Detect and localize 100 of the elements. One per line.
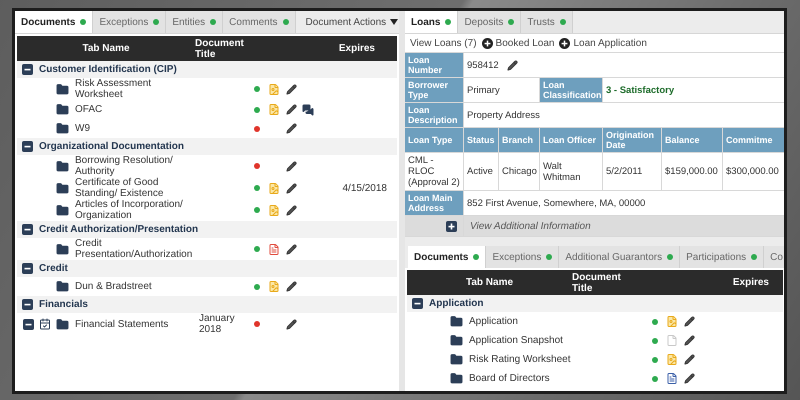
edit-button[interactable]	[684, 354, 694, 365]
column-header: Document Title	[572, 272, 622, 294]
link[interactable]: View Loans (7)	[410, 38, 477, 48]
group-row[interactable]: Financials	[17, 296, 397, 313]
field-label: Loan Main Address	[405, 191, 463, 215]
field-value: Primary	[464, 78, 539, 102]
collapse-icon[interactable]	[23, 318, 34, 330]
document-name: Risk Assessment Worksheet	[75, 78, 152, 100]
tab[interactable]: Trusts	[521, 11, 573, 33]
edit-button[interactable]	[684, 335, 694, 346]
document-name: OFAC	[75, 104, 104, 115]
edit-button[interactable]	[286, 182, 296, 194]
collapse-icon[interactable]	[22, 299, 33, 310]
column-header: Origination Date	[603, 128, 661, 152]
field-label: Borrower Type	[405, 78, 463, 102]
add-link[interactable]: Loan Application	[559, 38, 647, 48]
column-header: Document Title	[195, 38, 245, 60]
expand-icon[interactable]	[446, 220, 457, 232]
table-cell: $159,000.00	[662, 153, 722, 190]
pdf-file-icon[interactable]	[268, 242, 280, 256]
status-dot	[210, 19, 216, 25]
tab[interactable]: Participations	[680, 246, 764, 268]
folder-icon	[450, 315, 463, 328]
folder-icon	[450, 353, 463, 366]
field-value: Property Address	[464, 103, 784, 127]
collapse-icon[interactable]	[22, 141, 33, 152]
edit-button[interactable]	[286, 123, 296, 134]
column-header: Status	[464, 128, 498, 152]
field-label: Loan Classification	[540, 78, 602, 102]
group-row[interactable]: Credit Authorization/Presentation	[17, 221, 397, 238]
edit-button[interactable]	[684, 316, 694, 327]
group-title: Application	[429, 298, 484, 309]
field-value: 3 - Satisfactory	[603, 78, 784, 102]
column-header: Loan Type	[405, 128, 463, 152]
tab[interactable]: Documents	[408, 246, 486, 268]
collapse-icon[interactable]	[22, 263, 33, 274]
collapse-icon[interactable]	[22, 224, 33, 235]
collapse-icon[interactable]	[22, 64, 33, 75]
add-link[interactable]: Booked Loan	[482, 38, 554, 48]
tab[interactable]: Deposits	[458, 11, 522, 33]
field-value: 852 First Avenue, Somewhere, MA, 00000	[464, 191, 784, 215]
table-cell: Walt Whitman	[540, 153, 602, 190]
tab[interactable]: Co	[764, 246, 784, 268]
group-row[interactable]: Customer Identification (CIP)	[17, 61, 397, 78]
tab[interactable]: Exceptions	[93, 11, 166, 33]
edit-button[interactable]	[286, 318, 296, 330]
folder-icon	[56, 103, 69, 116]
table-cell: Chicago	[499, 153, 539, 190]
tab[interactable]: Entities	[166, 11, 224, 33]
edit-button[interactable]	[684, 373, 694, 384]
group-row[interactable]: Credit	[17, 260, 397, 277]
plus-circle-icon	[559, 38, 570, 48]
tab[interactable]: Exceptions	[486, 246, 560, 268]
tab[interactable]: Loans	[405, 11, 458, 33]
table-cell: $300,000.00	[723, 153, 784, 190]
folder-icon	[56, 160, 69, 172]
document-name: Credit Presentation/Authorization	[75, 238, 194, 260]
column-header: Tab Name	[81, 43, 131, 54]
document-name: Financial Statements	[75, 318, 170, 330]
tab[interactable]: Additional Guarantors	[559, 246, 680, 268]
folder-icon	[450, 372, 463, 385]
comments-icon[interactable]	[302, 104, 314, 116]
folder-icon	[56, 204, 69, 216]
group-title: Credit Authorization/Presentation	[39, 224, 198, 235]
column-header: Branch	[499, 128, 539, 152]
table-cell: CML - RLOC (Approval 2)	[405, 153, 463, 190]
calendar-icon[interactable]	[39, 318, 51, 330]
document-name: Board of Directors	[469, 373, 551, 384]
group-title: Financials	[39, 299, 88, 310]
edit-button[interactable]	[286, 160, 296, 172]
column-header: Expires	[732, 277, 770, 288]
folder-icon	[56, 318, 69, 330]
group-row[interactable]: Organizational Documentation	[17, 138, 397, 155]
document-name: Risk Rating Worksheet	[469, 354, 572, 365]
document-name: Certificate of Good Standing/ Existence	[75, 177, 164, 199]
folder-icon	[450, 334, 463, 347]
group-row[interactable]: Application	[407, 295, 783, 312]
more-info-link[interactable]: View Additional Information	[464, 216, 784, 236]
column-header: Commitme	[723, 128, 784, 152]
folder-icon	[56, 242, 69, 256]
document-name: Articles of Incorporation/ Organization	[75, 199, 184, 221]
group-title: Credit	[39, 263, 68, 274]
document-title: January 2018	[199, 313, 236, 335]
edit-button[interactable]	[286, 104, 296, 115]
edit-button[interactable]	[286, 84, 296, 94]
document-name: W9	[75, 123, 91, 134]
document-name: Dun & Bradstreet	[75, 281, 153, 292]
expiry-date: 4/15/2018	[342, 182, 388, 194]
collapse-icon[interactable]	[412, 298, 423, 309]
edit-icon[interactable]	[506, 60, 518, 70]
document-name: Application	[469, 316, 519, 327]
edit-button[interactable]	[286, 204, 296, 216]
document-file-icon[interactable]	[666, 372, 678, 385]
tab[interactable]: Comments	[223, 11, 296, 33]
edit-button[interactable]	[286, 244, 296, 254]
folder-icon	[56, 280, 69, 293]
status-dot	[282, 19, 289, 25]
edit-button[interactable]	[286, 281, 296, 292]
group-title: Organizational Documentation	[39, 141, 184, 152]
tab[interactable]: Documents	[15, 11, 94, 33]
